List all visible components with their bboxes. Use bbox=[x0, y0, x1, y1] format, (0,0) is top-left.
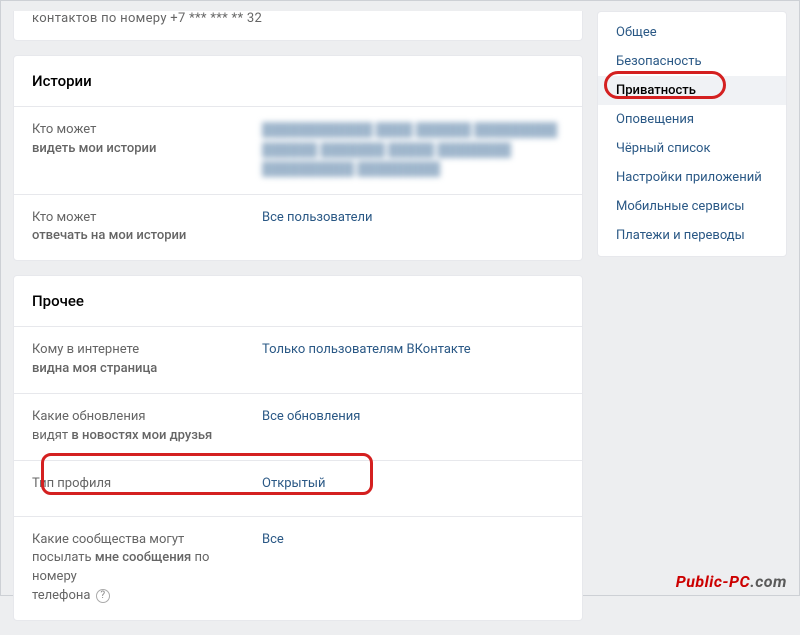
sidebar-item-payments[interactable]: Платежи и переводы bbox=[598, 221, 786, 250]
sidebar-item-mobile[interactable]: Мобильные сервисы bbox=[598, 192, 786, 221]
row-page-visibility[interactable]: Кому в интернете видна моя страница Толь… bbox=[14, 327, 582, 394]
value-link[interactable]: Все bbox=[262, 532, 284, 547]
label-part1: видят bbox=[32, 428, 71, 443]
phone-mask: *** *** ** bbox=[186, 11, 244, 26]
row-value[interactable]: Все пользователи bbox=[262, 209, 564, 227]
sidebar-item-app-settings[interactable]: Настройки приложений bbox=[598, 163, 786, 192]
row-who-replies-stories[interactable]: Кто может отвечать на мои истории Все по… bbox=[14, 195, 582, 261]
label-line1: Кто может bbox=[32, 210, 96, 225]
row-value[interactable]: Только пользователям ВКонтакте bbox=[262, 341, 564, 359]
row-news-updates[interactable]: Какие обновления видят в новостях мои др… bbox=[14, 394, 582, 461]
value-link[interactable]: Только пользователям ВКонтакте bbox=[262, 342, 471, 357]
label-line2: в новостях мои друзья bbox=[71, 428, 212, 443]
row-value-blurred[interactable]: ████████████ ████ ██████ █████████ █████… bbox=[262, 121, 564, 180]
label-part1: посылать bbox=[32, 550, 95, 565]
phone-suffix: 32 bbox=[243, 11, 262, 26]
row-value[interactable]: Открытый bbox=[262, 475, 564, 493]
sidebar-item-privacy[interactable]: Приватность bbox=[598, 76, 786, 105]
label-line2: отвечать на мои истории bbox=[32, 228, 186, 243]
label-line1: Какие сообщества могут bbox=[32, 532, 184, 547]
phone-text: контактов по номеру +7 *** *** ** 32 bbox=[32, 11, 262, 26]
value-link[interactable]: Все обновления bbox=[262, 409, 360, 424]
row-label: Какие сообщества могут посылать мне сооб… bbox=[32, 531, 242, 606]
label-line1: Кто может bbox=[32, 122, 96, 137]
label-line2: видна моя страница bbox=[32, 361, 157, 376]
sidebar-item-notifications[interactable]: Оповещения bbox=[598, 105, 786, 134]
row-label: Кому в интернете видна моя страница bbox=[32, 341, 242, 379]
section-title-other: Прочее bbox=[14, 276, 582, 327]
phone-row: контактов по номеру +7 *** *** ** 32 bbox=[14, 11, 582, 40]
label-line1: Кому в интернете bbox=[32, 342, 139, 357]
row-who-sees-stories[interactable]: Кто может видеть мои истории ███████████… bbox=[14, 107, 582, 195]
row-value[interactable]: Все bbox=[262, 531, 564, 549]
value-link[interactable]: Все пользователи bbox=[262, 210, 373, 225]
watermark-gray: .com bbox=[750, 572, 787, 591]
sidebar-item-security[interactable]: Безопасность bbox=[598, 47, 786, 76]
row-label: Какие обновления видят в новостях мои др… bbox=[32, 408, 242, 446]
card-other: Прочее Кому в интернете видна моя страни… bbox=[13, 275, 583, 621]
phone-prefix: контактов по номеру +7 bbox=[32, 11, 186, 26]
row-value[interactable]: Все обновления bbox=[262, 408, 564, 426]
label-bold: мне сообщения bbox=[95, 550, 191, 565]
row-label: Кто может отвечать на мои истории bbox=[32, 209, 242, 247]
row-profile-type[interactable]: Тип профиля Открытый bbox=[14, 461, 582, 517]
row-communities-messages[interactable]: Какие сообщества могут посылать мне сооб… bbox=[14, 517, 582, 620]
card-contacts-partial: контактов по номеру +7 *** *** ** 32 bbox=[13, 11, 583, 41]
sidebar-item-blacklist[interactable]: Чёрный список bbox=[598, 134, 786, 163]
label-line2: видеть мои истории bbox=[32, 141, 156, 156]
label-line1: Какие обновления bbox=[32, 409, 145, 424]
section-title-stories: Истории bbox=[14, 56, 582, 107]
watermark-red: Public-PC bbox=[676, 572, 751, 591]
main-content: контактов по номеру +7 *** *** ** 32 Ист… bbox=[13, 11, 583, 635]
card-stories: Истории Кто может видеть мои истории ███… bbox=[13, 55, 583, 261]
watermark: Public-PC.com bbox=[676, 572, 787, 591]
value-link[interactable]: Открытый bbox=[262, 476, 325, 491]
row-label: Кто может видеть мои истории bbox=[32, 121, 242, 159]
row-label: Тип профиля bbox=[32, 475, 242, 494]
label-line1: Тип профиля bbox=[32, 476, 111, 491]
settings-sidebar: Общее Безопасность Приватность Оповещени… bbox=[597, 11, 787, 257]
sidebar-item-general[interactable]: Общее bbox=[598, 18, 786, 47]
